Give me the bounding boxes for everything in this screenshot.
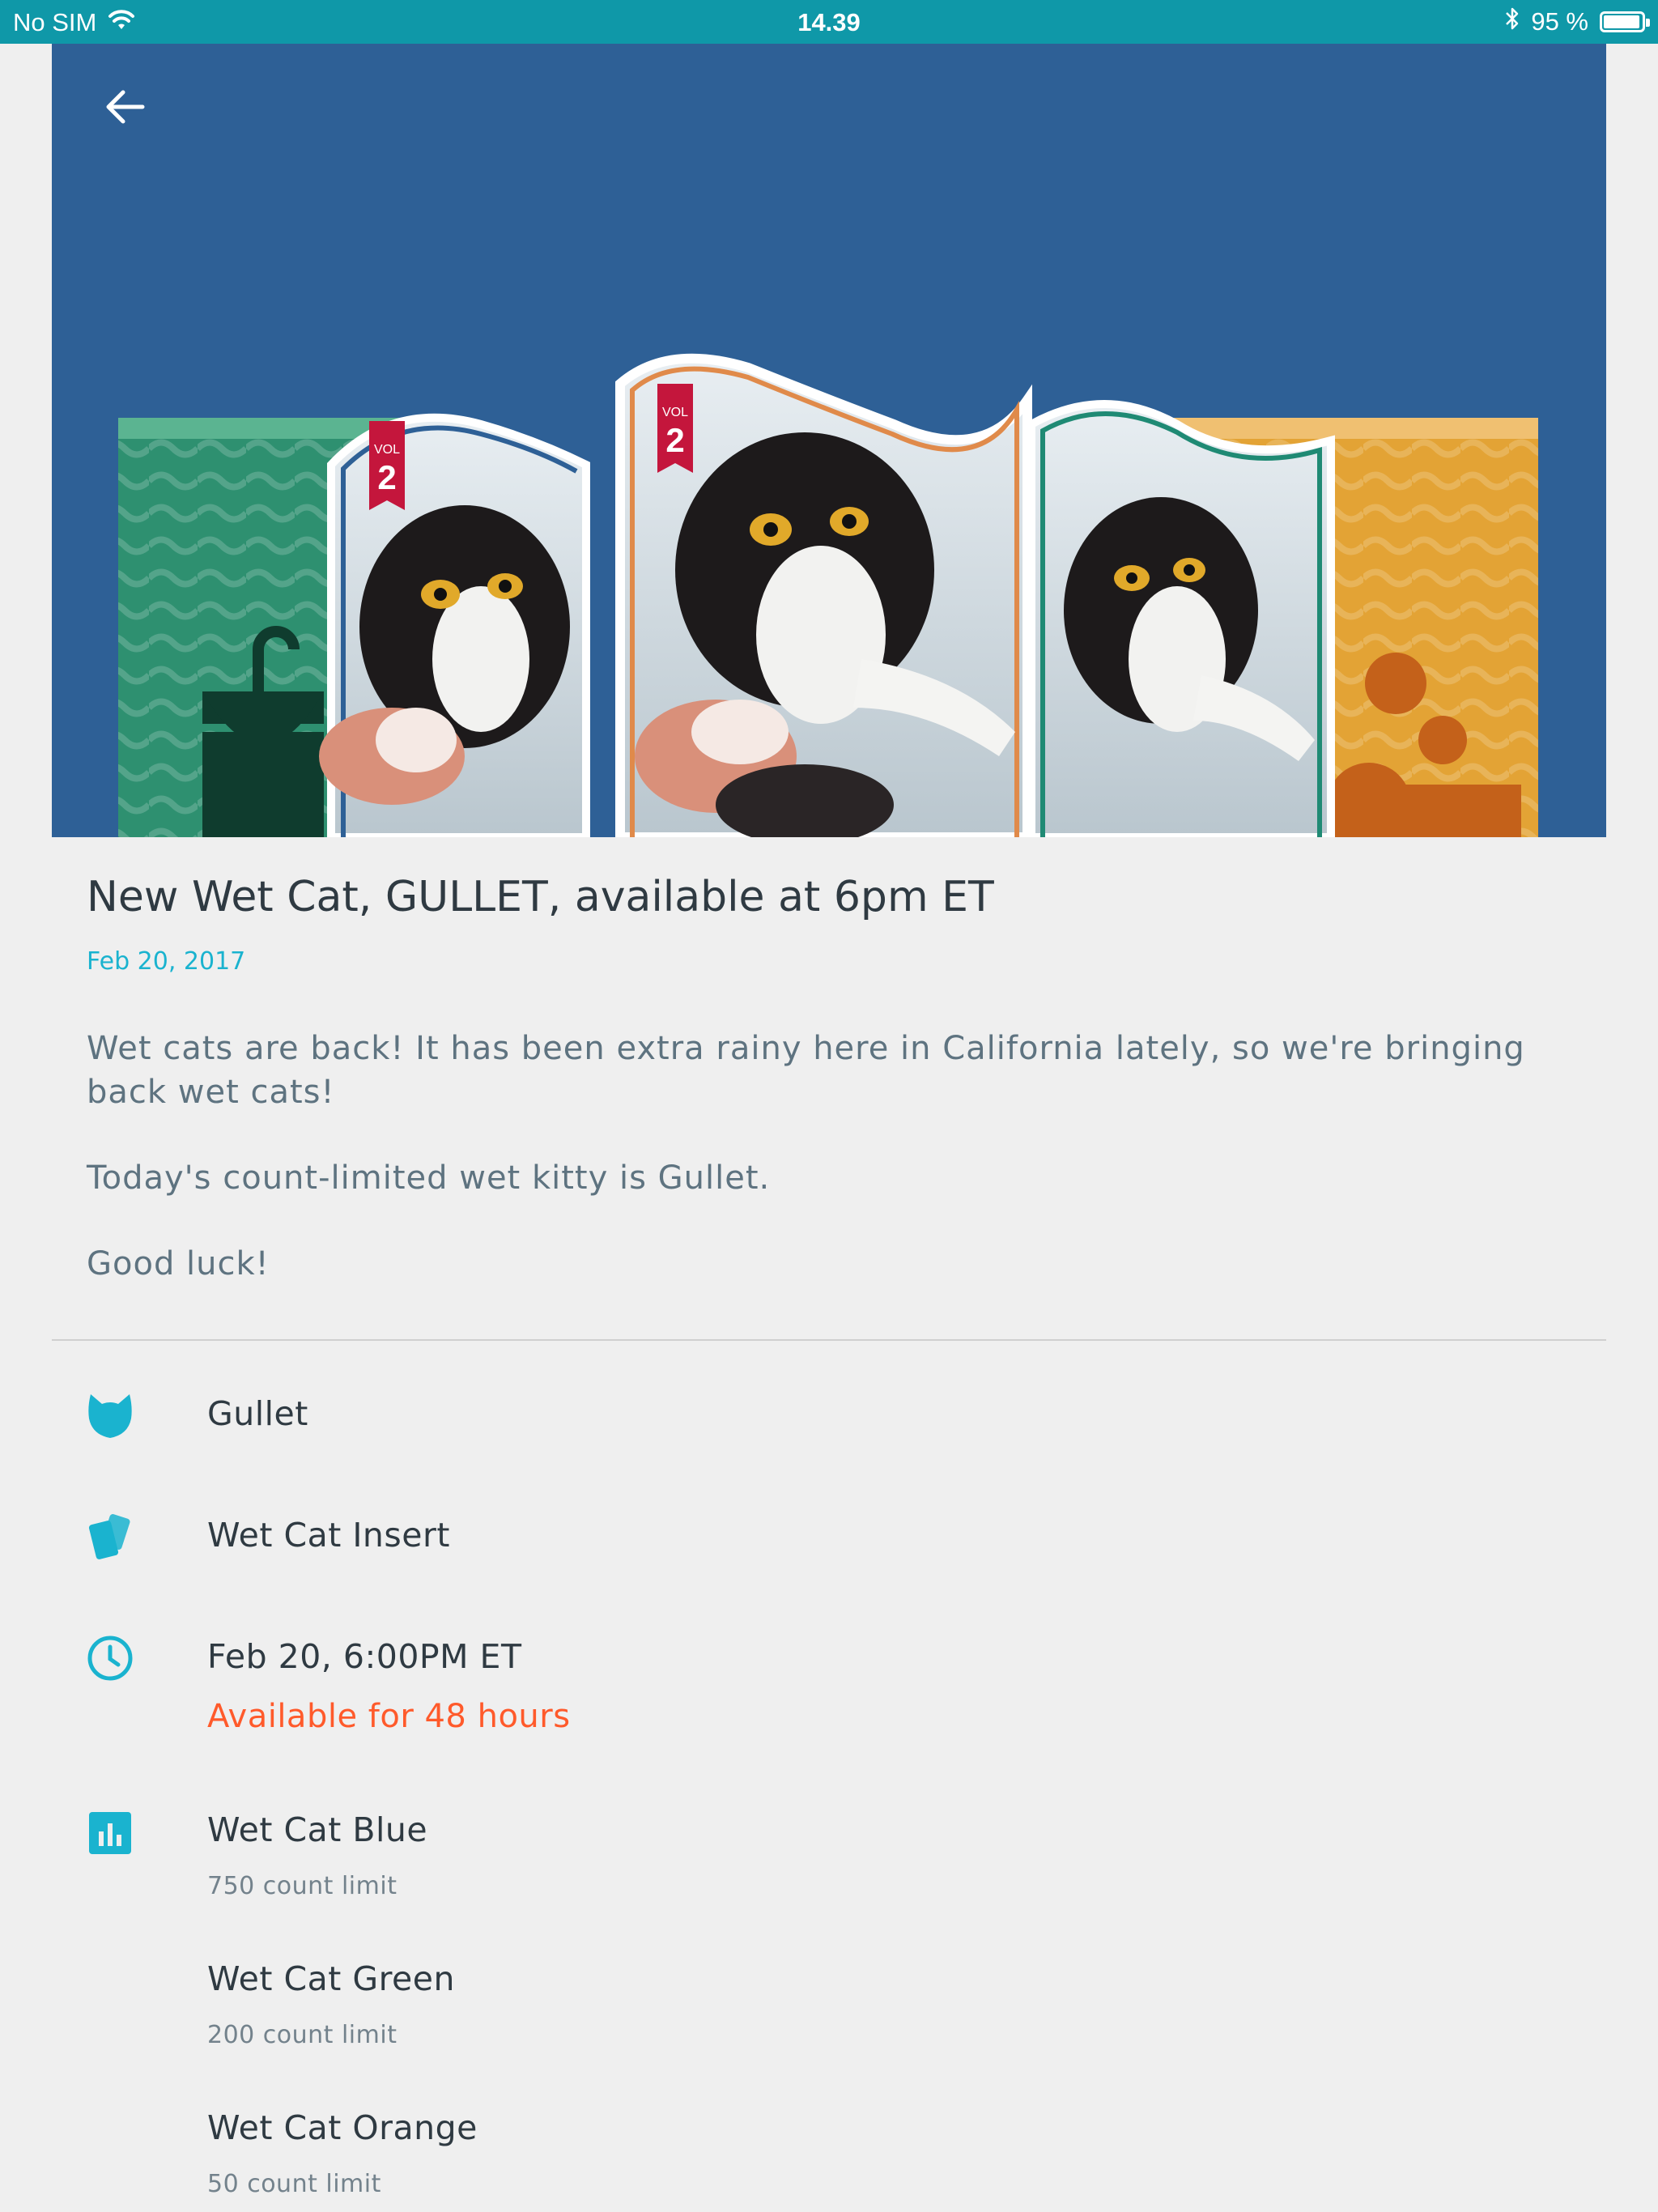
variant-name: Wet Cat Orange — [207, 2108, 478, 2147]
svg-text:2: 2 — [377, 458, 396, 496]
status-bar: No SIM 14.39 95 % — [0, 0, 1658, 44]
svg-text:VOL: VOL — [662, 406, 688, 419]
clock-time: 14.39 — [797, 8, 861, 36]
back-arrow-icon — [104, 89, 146, 128]
back-button[interactable] — [86, 70, 164, 147]
clock-icon — [84, 1632, 136, 1684]
variant-limit: 200 count limit — [207, 2021, 397, 2049]
article-date: Feb 20, 2017 — [87, 947, 246, 976]
variant-name: Wet Cat Green — [207, 1959, 455, 1998]
vol-badge-center: VOL 2 — [657, 384, 693, 473]
variant-limit: 750 count limit — [207, 1872, 397, 1900]
item-type: Wet Cat Insert — [207, 1516, 450, 1555]
article-body: Wet cats are back! It has been extra rai… — [87, 1027, 1576, 1328]
battery-icon — [1600, 11, 1650, 32]
availability-text: Available for 48 hours — [207, 1698, 571, 1735]
article-paragraph: Today's count-limited wet kitty is Gulle… — [87, 1159, 771, 1197]
svg-text:VOL: VOL — [374, 443, 400, 457]
release-time: Feb 20, 6:00PM ET — [207, 1637, 522, 1676]
article-paragraph: Wet cats are back! It has been extra rai… — [87, 1030, 1525, 1111]
battery-percent: 95 % — [1531, 7, 1588, 36]
bluetooth-icon — [1505, 6, 1520, 37]
vol-badge-left: VOL 2 — [369, 421, 405, 510]
wet-cat-product-illustration: VOL 2 VOL 2 — [118, 353, 1538, 837]
article-paragraph: Good luck! — [87, 1245, 270, 1283]
variant-limit: 50 count limit — [207, 2170, 381, 2198]
article-title: New Wet Cat, GULLET, available at 6pm ET — [87, 873, 994, 921]
cards-icon — [84, 1511, 136, 1563]
divider — [52, 1339, 1606, 1341]
svg-text:2: 2 — [665, 421, 684, 459]
cat-icon — [84, 1389, 136, 1441]
variant-name: Wet Cat Blue — [207, 1810, 428, 1849]
bar-chart-icon — [84, 1807, 136, 1859]
hero-image: VOL 2 VOL 2 — [52, 44, 1606, 837]
cat-name: Gullet — [207, 1394, 308, 1433]
